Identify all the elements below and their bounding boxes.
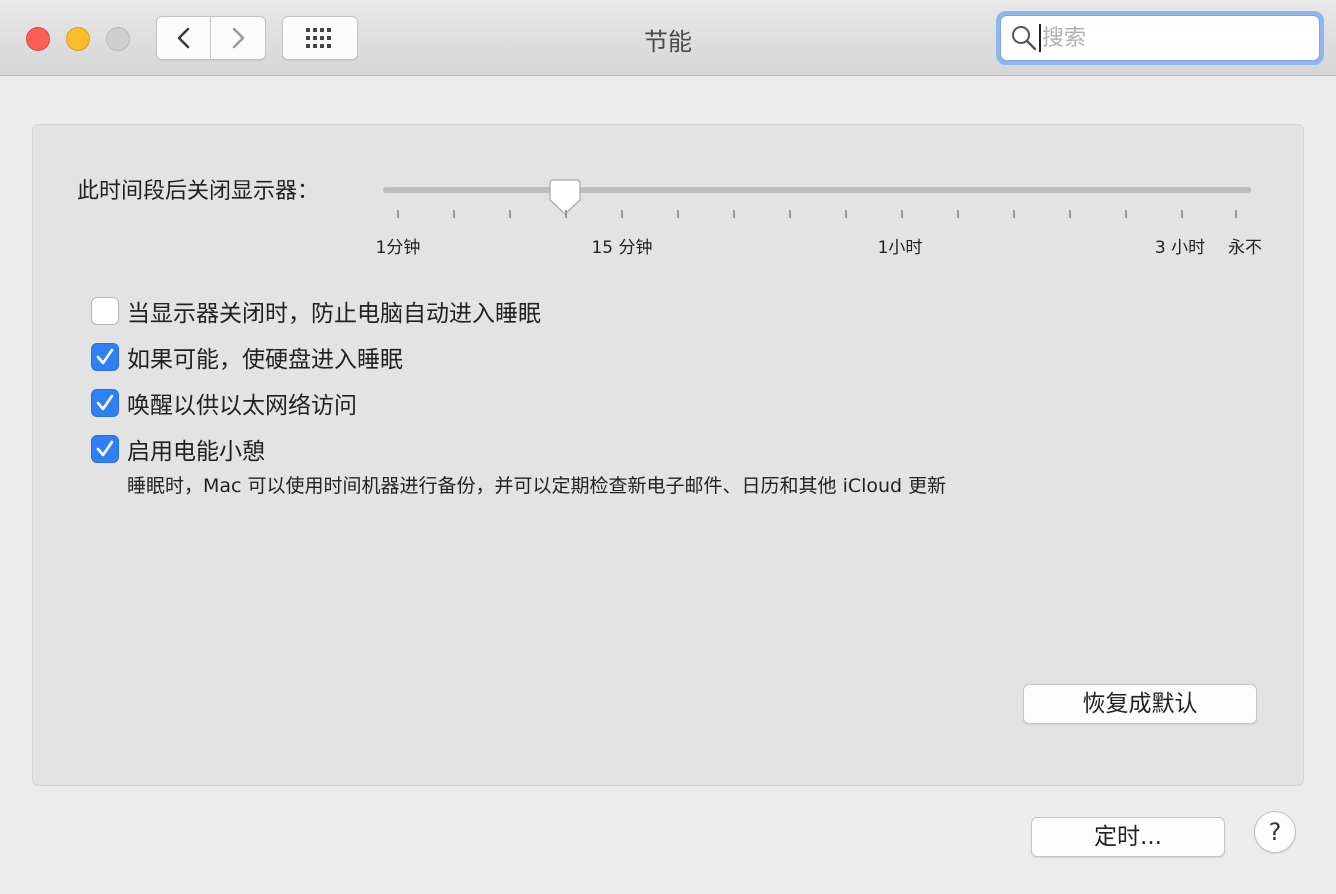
slider-tick [845, 210, 847, 218]
chevron-left-icon [177, 27, 189, 49]
slider-tick [1125, 210, 1127, 218]
slider-tick [565, 210, 567, 218]
display-sleep-slider-track[interactable] [383, 187, 1251, 193]
disk-sleep-checkbox[interactable] [91, 343, 119, 371]
option-label: 启用电能小憩 [127, 439, 265, 465]
checkmark-icon [96, 440, 114, 457]
window-title: 节能 [644, 28, 692, 56]
forward-button[interactable] [211, 16, 266, 60]
slider-tick [733, 210, 735, 218]
slider-tick [1013, 210, 1015, 218]
checkmark-icon [96, 394, 114, 411]
slider-tick [453, 210, 455, 218]
search-box[interactable] [1000, 15, 1320, 61]
slider-tick [789, 210, 791, 218]
navigation-buttons [156, 16, 266, 60]
help-button[interactable]: ? [1254, 811, 1296, 853]
option-label: 如果可能，使硬盘进入睡眠 [127, 347, 403, 373]
option-disk-sleep[interactable]: 如果可能，使硬盘进入睡眠 [91, 340, 403, 374]
slider-tick [677, 210, 679, 218]
slider-tick [397, 210, 399, 218]
power-nap-description: 睡眠时，Mac 可以使用时间机器进行备份，并可以定期检查新电子邮件、日历和其他 … [127, 475, 947, 497]
slider-tick [509, 210, 511, 218]
settings-panel: 此时间段后关闭显示器： 1分钟 15 分钟 1小时 3 小时 永不 当显示器关闭… [32, 124, 1304, 786]
tick-label-never: 永不 [1228, 238, 1262, 258]
restore-defaults-button[interactable]: 恢复成默认 [1023, 684, 1257, 724]
slider-tick [901, 210, 903, 218]
wake-network-checkbox[interactable] [91, 389, 119, 417]
option-prevent-sleep[interactable]: 当显示器关闭时，防止电脑自动进入睡眠 [91, 294, 541, 328]
display-sleep-label: 此时间段后关闭显示器： [77, 179, 320, 204]
option-label: 唤醒以供以太网络访问 [127, 393, 357, 419]
power-nap-checkbox[interactable] [91, 435, 119, 463]
schedule-button[interactable]: 定时... [1031, 817, 1225, 857]
toolbar: 节能 [0, 0, 1336, 76]
minimize-window-icon[interactable] [66, 27, 90, 51]
tick-label-1min: 1分钟 [375, 238, 421, 258]
tick-label-15min: 15 分钟 [591, 238, 653, 258]
back-button[interactable] [156, 16, 211, 60]
tick-label-3hours: 3 小时 [1154, 238, 1206, 258]
grid-icon [306, 28, 331, 48]
slider-tick [957, 210, 959, 218]
slider-tick [621, 210, 623, 218]
show-all-button[interactable] [282, 16, 358, 60]
chevron-right-icon [232, 27, 245, 49]
prevent-sleep-checkbox[interactable] [91, 297, 119, 325]
option-wake-network[interactable]: 唤醒以供以太网络访问 [91, 386, 357, 420]
option-power-nap[interactable]: 启用电能小憩 [91, 432, 265, 466]
energy-saver-window: 节能 此时间段后关闭显示器： [0, 0, 1336, 894]
tick-label-1hour: 1小时 [877, 238, 923, 258]
slider-tick [1181, 210, 1183, 218]
search-field[interactable] [996, 11, 1324, 65]
option-label: 当显示器关闭时，防止电脑自动进入睡眠 [127, 301, 541, 327]
slider-tick [1069, 210, 1071, 218]
slider-tick [1235, 210, 1237, 218]
magnifier-icon [1012, 26, 1037, 51]
checkmark-icon [96, 348, 114, 365]
zoom-window-icon[interactable] [106, 27, 130, 51]
close-window-icon[interactable] [26, 27, 50, 51]
search-input[interactable] [1039, 24, 1299, 52]
